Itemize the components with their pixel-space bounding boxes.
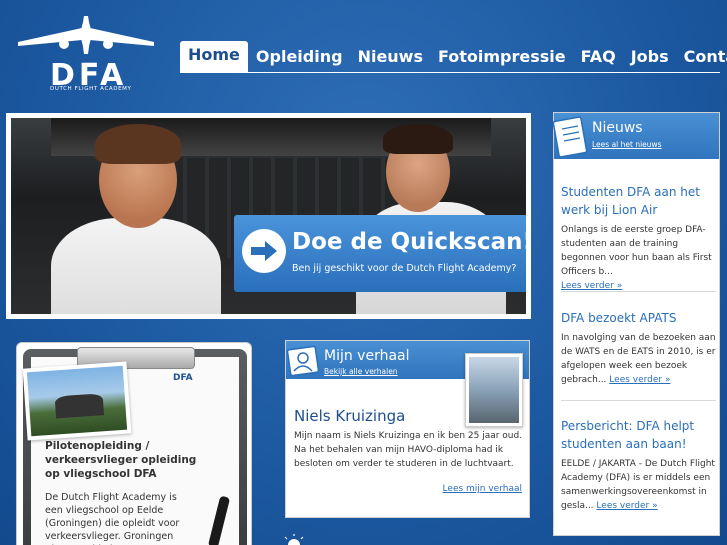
nav-home[interactable]: Home <box>180 41 248 72</box>
clipboard-text: De Dutch Flight Academy is een vliegscho… <box>45 492 180 545</box>
story-read-more-link[interactable]: Lees mijn verhaal <box>443 484 522 494</box>
lightbulb-icon <box>284 534 304 545</box>
hero-banner: Doe de Quickscan! Ben jij geschikt voor … <box>6 113 531 319</box>
news-title: Nieuws <box>592 120 643 136</box>
arrow-right-icon <box>242 229 286 273</box>
news-item-text: EELDE / JAKARTA - De Dutch Flight Academ… <box>561 459 715 511</box>
quickscan-subtitle: Ben jij geschikt voor de Dutch Flight Ac… <box>292 263 517 274</box>
nav-contact[interactable]: Contact <box>677 43 727 72</box>
airplane-icon <box>18 16 154 54</box>
pilot-left-hair <box>95 124 181 164</box>
quickscan-title: Doe de Quickscan! <box>292 229 526 255</box>
logo-subtitle: DUTCH FLIGHT ACADEMY <box>50 86 132 92</box>
nav-nieuws[interactable]: Nieuws <box>351 43 430 72</box>
profile-card-icon <box>286 345 320 377</box>
cockpit-photo: Doe de Quickscan! Ben jij geschikt voor … <box>11 118 526 314</box>
news-item: DFA bezoekt APATS In navolging van de be… <box>561 309 716 387</box>
pilot-left-body <box>51 218 221 314</box>
news-read-more-link[interactable]: Lees verder » <box>596 501 657 511</box>
news-divider <box>561 291 716 292</box>
news-panel: Nieuws Lees al het nieuws Studenten DFA … <box>552 112 720 536</box>
story-panel: Mijn verhaal Bekijk alle verhalen Niels … <box>285 340 530 518</box>
clipboard-heading: Pilotenopleiding / verkeersvlieger oplei… <box>45 440 197 480</box>
nav-opleiding[interactable]: Opleiding <box>249 43 350 72</box>
news-item-text: In navolging van de bezoeken aan de WATS… <box>561 333 716 385</box>
nav-faq[interactable]: FAQ <box>574 43 623 72</box>
news-item: Studenten DFA aan het werk bij Lion Air … <box>561 183 716 293</box>
school-photo <box>22 361 132 441</box>
nav-fotoimpressie[interactable]: Fotoimpressie <box>431 43 573 72</box>
dfa-logo[interactable]: DFA DUTCH FLIGHT ACADEMY <box>16 14 156 96</box>
news-header: Nieuws Lees al het nieuws <box>552 113 719 159</box>
story-photo <box>465 353 523 427</box>
news-item-title[interactable]: DFA bezoekt APATS <box>561 309 716 327</box>
news-read-more-link[interactable]: Lees verder » <box>561 281 622 291</box>
story-name: Niels Kruizinga <box>294 407 406 425</box>
news-item: Persbericht: DFA helpt studenten aan baa… <box>561 417 716 513</box>
notepad-icon <box>552 116 588 158</box>
nav-divider <box>180 72 720 73</box>
pilot-right-hair <box>383 124 453 154</box>
news-item-title[interactable]: Persbericht: DFA helpt studenten aan baa… <box>561 417 716 453</box>
mini-logo: DFA <box>173 373 193 383</box>
news-item-text: Onlangs is de eerste groep DFA-studenten… <box>561 225 712 291</box>
story-all-link[interactable]: Bekijk alle verhalen <box>324 367 398 376</box>
nav-jobs[interactable]: Jobs <box>624 43 676 72</box>
story-text: Mijn naam is Niels Kruizinga en ik ben 2… <box>294 431 523 469</box>
news-divider <box>561 400 716 401</box>
news-read-more-link[interactable]: Lees verder » <box>609 375 670 385</box>
news-item-title[interactable]: Studenten DFA aan het werk bij Lion Air <box>561 183 716 219</box>
quickscan-button[interactable]: Doe de Quickscan! Ben jij geschikt voor … <box>234 215 526 292</box>
main-nav: Home Opleiding Nieuws Fotoimpressie FAQ … <box>180 41 727 72</box>
story-title: Mijn verhaal <box>324 348 410 364</box>
news-all-link[interactable]: Lees al het nieuws <box>592 140 662 149</box>
